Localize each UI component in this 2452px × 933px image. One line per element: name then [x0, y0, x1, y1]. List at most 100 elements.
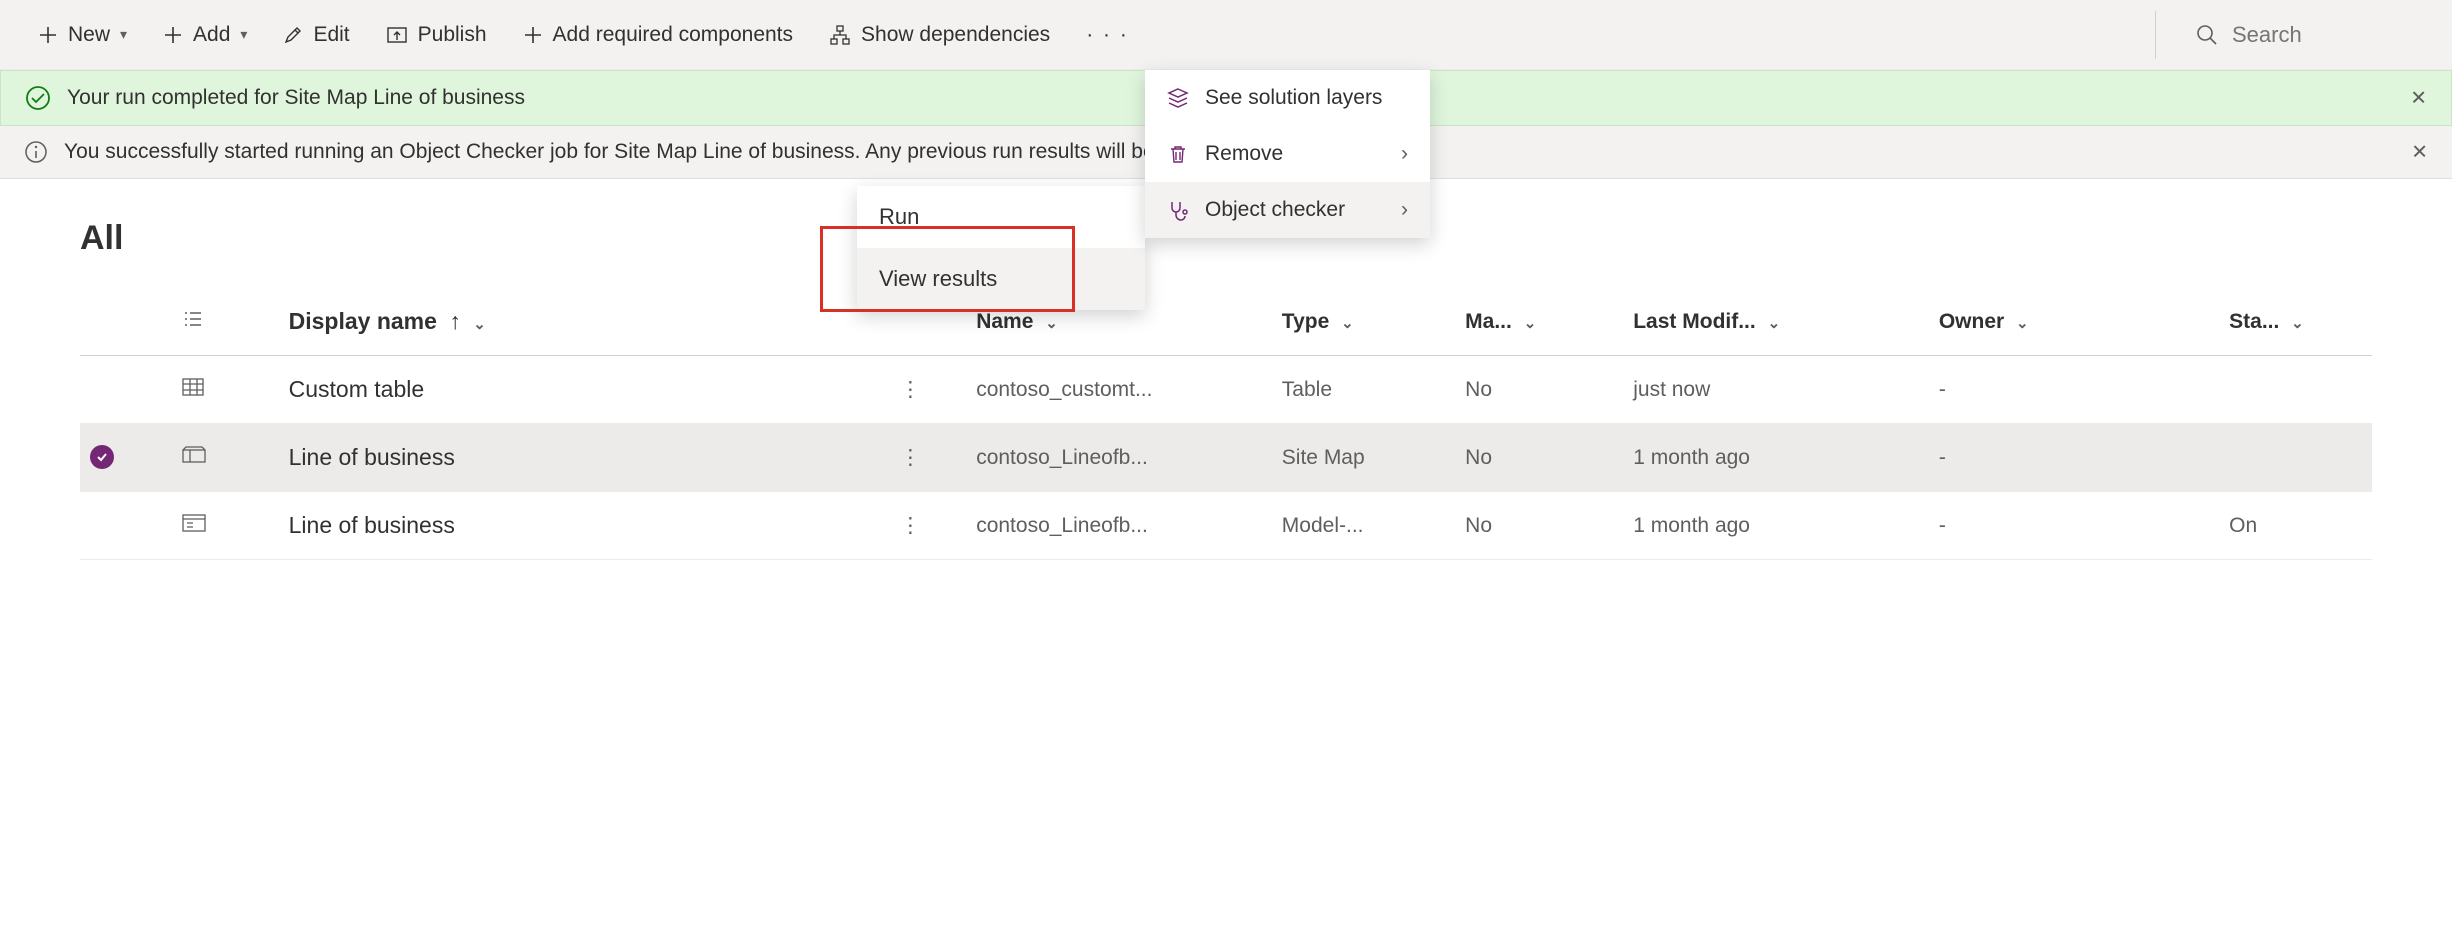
layers-label: See solution layers [1205, 86, 1382, 110]
row-select[interactable] [80, 492, 172, 560]
chevron-down-icon: ⌄ [473, 316, 486, 333]
layers-icon [1167, 87, 1189, 109]
chevron-down-icon: ⌄ [1045, 315, 1058, 332]
show-dependencies-button[interactable]: Show dependencies [811, 15, 1068, 55]
publish-button[interactable]: Publish [368, 15, 505, 55]
more-commands-button[interactable]: · · · [1068, 15, 1147, 55]
row-select[interactable] [80, 356, 172, 424]
row-type-icon [172, 424, 279, 492]
sort-asc-icon: ↑ [449, 308, 461, 334]
cell-modified: 1 month ago [1623, 492, 1929, 560]
stethoscope-icon [1167, 199, 1189, 221]
search-box[interactable] [2155, 11, 2432, 59]
cell-owner: - [1929, 424, 2219, 492]
info-text: You successfully started running an Obje… [64, 140, 1267, 164]
chevron-right-icon: › [1401, 142, 1408, 166]
edit-button[interactable]: Edit [265, 15, 367, 55]
cell-modified: 1 month ago [1623, 424, 1929, 492]
cell-name: contoso_Lineofb... [966, 424, 1272, 492]
chevron-down-icon: ⌄ [1524, 315, 1537, 332]
table-row[interactable]: Line of business ⋮ contoso_Lineofb... Mo… [80, 492, 2372, 560]
list-icon [182, 311, 204, 334]
chevron-down-icon: ⌄ [2291, 315, 2304, 332]
chevron-down-icon: ⌄ [1768, 315, 1781, 332]
cell-type: Model-... [1272, 492, 1455, 560]
remove-item[interactable]: Remove › [1145, 126, 1430, 182]
chevron-down-icon: ⌄ [1341, 315, 1354, 332]
see-solution-layers-item[interactable]: See solution layers [1145, 70, 1430, 126]
row-more-button[interactable]: ⋮ [890, 492, 966, 560]
cell-status [2219, 356, 2372, 424]
components-table: Display name ↑ ⌄ Name ⌄ Type ⌄ Ma... ⌄ [80, 288, 2372, 560]
cell-managed: No [1455, 492, 1623, 560]
cell-owner: - [1929, 356, 2219, 424]
check-circle-icon [25, 85, 51, 111]
add-label: Add [193, 23, 230, 47]
chevron-right-icon: › [1401, 198, 1408, 222]
plus-icon [163, 25, 183, 45]
cell-owner: - [1929, 492, 2219, 560]
cell-name: contoso_customt... [966, 356, 1272, 424]
row-select[interactable] [80, 424, 172, 492]
checked-icon [90, 445, 114, 469]
chevron-down-icon: ▾ [240, 26, 247, 43]
close-icon[interactable]: ✕ [2410, 86, 2427, 111]
cell-display[interactable]: Line of business [279, 424, 890, 492]
pencil-icon [283, 25, 303, 45]
row-more-button[interactable]: ⋮ [890, 356, 966, 424]
row-type-icon [172, 492, 279, 560]
table-icon [182, 378, 204, 401]
remove-label: Remove [1205, 142, 1283, 166]
type-icon-header[interactable] [172, 288, 279, 356]
run-item[interactable]: Run [857, 186, 1145, 248]
new-label: New [68, 23, 110, 47]
col-owner[interactable]: Owner ⌄ [1929, 288, 2219, 356]
chevron-down-icon: ⌄ [2016, 315, 2029, 332]
col-display-name[interactable]: Display name ↑ ⌄ [279, 288, 890, 356]
cell-type: Table [1272, 356, 1455, 424]
publish-icon [386, 25, 408, 45]
add-button[interactable]: Add ▾ [145, 15, 265, 55]
cell-display[interactable]: Custom table [279, 356, 890, 424]
hierarchy-icon [829, 25, 851, 45]
cell-type: Site Map [1272, 424, 1455, 492]
col-type[interactable]: Type ⌄ [1272, 288, 1455, 356]
col-status[interactable]: Sta... ⌄ [2219, 288, 2372, 356]
success-text: Your run completed for Site Map Line of … [67, 86, 525, 110]
publish-label: Publish [418, 23, 487, 47]
run-label: Run [879, 204, 919, 229]
more-icon: · · · [1086, 23, 1129, 46]
app-icon [182, 514, 206, 537]
plus-icon [523, 25, 543, 45]
col-modified[interactable]: Last Modif... ⌄ [1623, 288, 1929, 356]
cell-display[interactable]: Line of business [279, 492, 890, 560]
add-required-button[interactable]: Add required components [505, 15, 812, 55]
overflow-menu: See solution layers Remove › Object chec… [1145, 70, 1430, 238]
cell-managed: No [1455, 356, 1623, 424]
table-row[interactable]: Line of business ⋮ contoso_Lineofb... Si… [80, 424, 2372, 492]
info-icon [24, 140, 48, 164]
table-row[interactable]: Custom table ⋮ contoso_customt... Table … [80, 356, 2372, 424]
cell-status [2219, 424, 2372, 492]
view-results-label: View results [879, 266, 997, 291]
add-required-label: Add required components [553, 23, 794, 47]
view-results-item[interactable]: View results [857, 248, 1145, 310]
close-icon[interactable]: ✕ [2411, 140, 2428, 165]
trash-icon [1167, 143, 1189, 165]
cell-name: contoso_Lineofb... [966, 492, 1272, 560]
select-all-header[interactable] [80, 288, 172, 356]
new-button[interactable]: New ▾ [20, 15, 145, 55]
row-type-icon [172, 356, 279, 424]
plus-icon [38, 25, 58, 45]
row-more-button[interactable]: ⋮ [890, 424, 966, 492]
cell-status: On [2219, 492, 2372, 560]
search-icon [2196, 24, 2218, 46]
edit-label: Edit [313, 23, 349, 47]
search-input[interactable] [2232, 22, 2432, 48]
col-managed[interactable]: Ma... ⌄ [1455, 288, 1623, 356]
cell-modified: just now [1623, 356, 1929, 424]
sitemap-icon [182, 446, 206, 469]
show-deps-label: Show dependencies [861, 23, 1050, 47]
checker-label: Object checker [1205, 198, 1345, 222]
object-checker-item[interactable]: Object checker › [1145, 182, 1430, 238]
